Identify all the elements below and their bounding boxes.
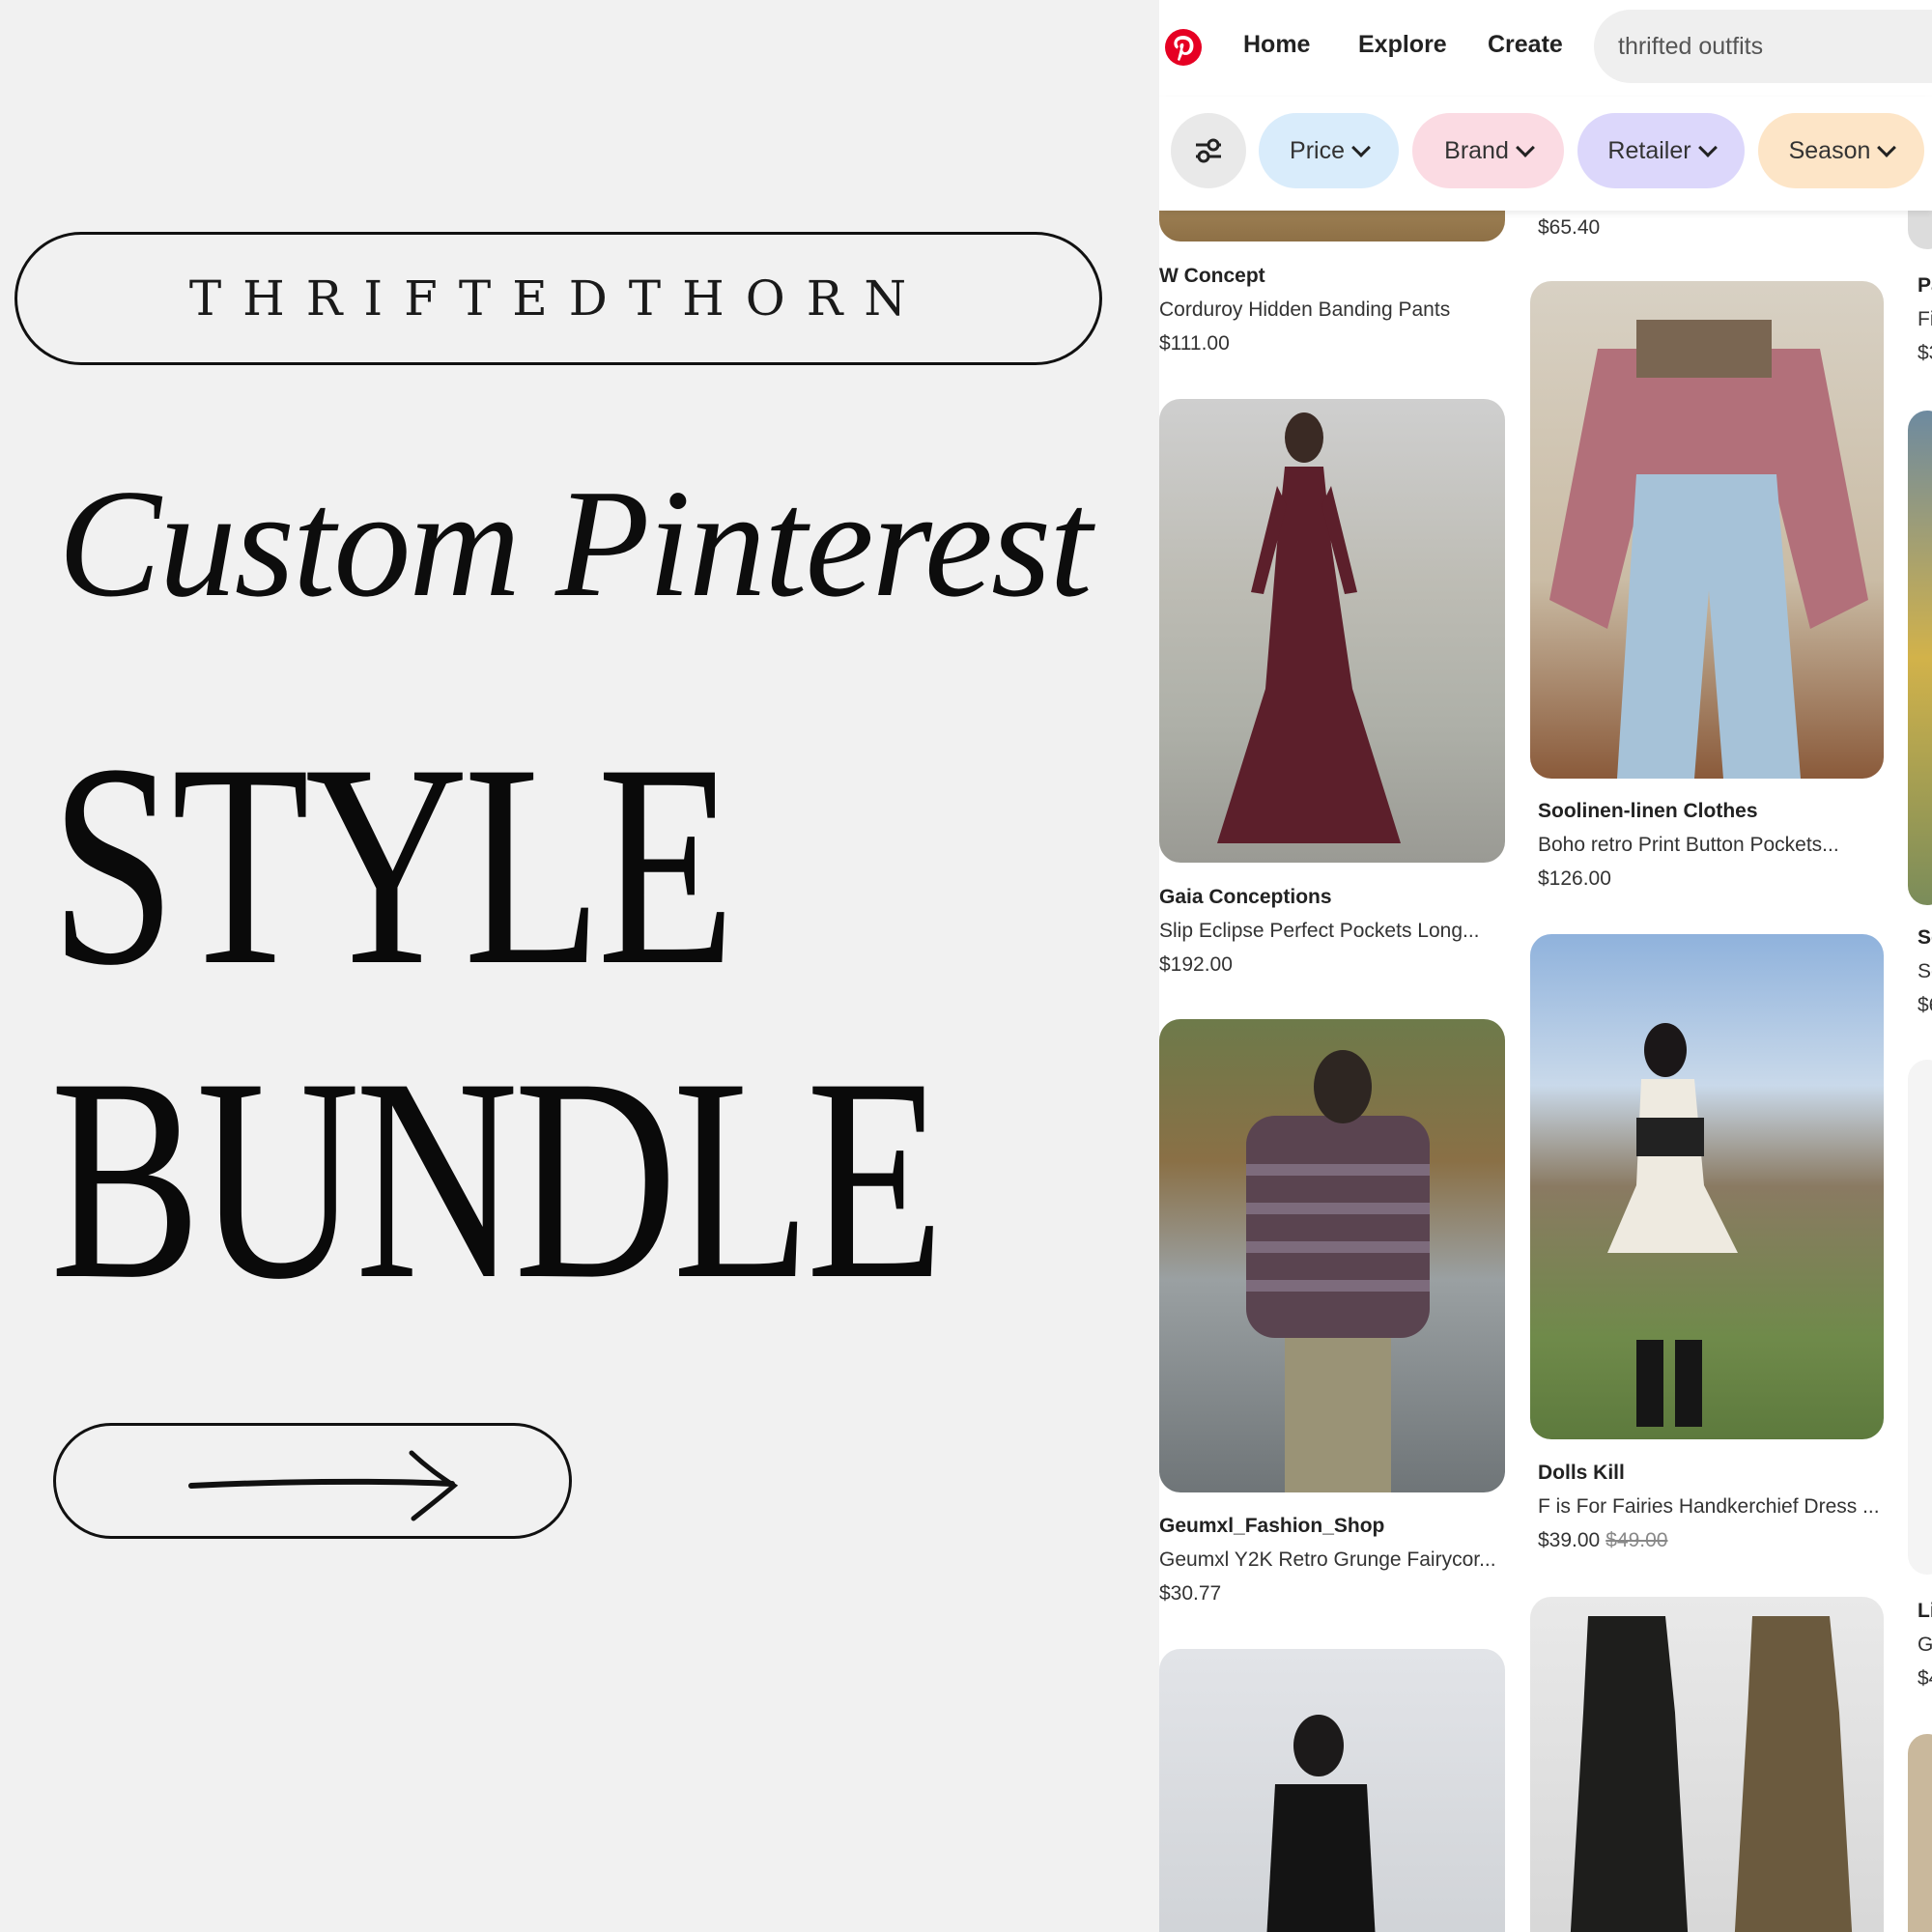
pin-price-row: $39.00 $49.00 [1538, 1523, 1880, 1557]
pin-store: Geumxl_Fashion_Shop [1159, 1515, 1385, 1537]
headline-bundle: BUNDLE [50, 1018, 945, 1339]
pin-meta-w-concept: W Concept Corduroy Hidden Banding Pants … [1159, 259, 1450, 360]
next-arrow-button[interactable] [53, 1423, 572, 1539]
nav-explore[interactable]: Explore [1358, 31, 1447, 59]
chevron-down-icon [1515, 137, 1535, 157]
edge-text: Pa [1918, 274, 1932, 297]
edge-meta-1: Pa Fi $3 [1918, 269, 1932, 370]
filter-chip-season[interactable]: Season [1758, 113, 1924, 188]
pin-image-edge-1[interactable] [1908, 411, 1932, 905]
pin-meta-dolls-kill: Dolls Kill F is For Fairies Handkerchief… [1538, 1456, 1880, 1557]
pinterest-logo-icon[interactable] [1164, 28, 1203, 67]
pin-grid: $65.40 W Concept Corduroy Hidden Banding… [1159, 0, 1932, 1932]
chevron-down-icon [1351, 137, 1371, 157]
pin-old-price: $49.00 [1605, 1529, 1668, 1551]
pin-price: $39.00 [1538, 1529, 1601, 1551]
chevron-down-icon [1697, 137, 1718, 157]
nav-home[interactable]: Home [1243, 31, 1310, 59]
arrow-right-icon [188, 1450, 459, 1521]
filter-chip-retailer[interactable]: Retailer [1577, 113, 1745, 188]
pin-store: Gaia Conceptions [1159, 886, 1332, 908]
pin-title[interactable]: Corduroy Hidden Banding Pants [1159, 293, 1450, 327]
chip-label: Price [1290, 136, 1345, 164]
pin-image-slip-dresses[interactable] [1530, 1597, 1884, 1932]
pin-meta-gaia: Gaia Conceptions Slip Eclipse Perfect Po… [1159, 880, 1480, 981]
pin-image-patchwork-jacket[interactable] [1530, 281, 1884, 779]
pin-image-maroon-dress[interactable] [1159, 399, 1505, 863]
pin-image-fairy-dress[interactable] [1530, 934, 1884, 1439]
promo-panel: THRIFTEDTHORN Custom Pinterest STYLE BUN… [0, 0, 1159, 1932]
pin-title[interactable]: F is For Fairies Handkerchief Dress ... [1538, 1490, 1880, 1523]
brand-name-badge: THRIFTEDTHORN [14, 232, 1102, 365]
chip-label: Season [1788, 136, 1871, 164]
pin-store: Dolls Kill [1538, 1462, 1625, 1484]
edge-text: $4 [1918, 1667, 1932, 1690]
edge-text: G [1918, 1634, 1932, 1656]
search-input[interactable]: thrifted outfits [1594, 10, 1932, 83]
pin-image-dark-outfit[interactable] [1159, 1649, 1505, 1932]
chip-label: Retailer [1607, 136, 1691, 164]
edge-text: Sc [1918, 960, 1932, 982]
pin-price: $30.77 [1159, 1582, 1222, 1605]
pin-image-edge-3[interactable] [1908, 1734, 1932, 1932]
pin-store: Soolinen-linen Clothes [1538, 800, 1758, 822]
top-navigation: Home Explore Create thrifted outfits [1159, 0, 1932, 97]
filter-chip-brand[interactable]: Brand [1412, 113, 1564, 188]
filter-bar: Price Brand Retailer Season [1159, 97, 1932, 211]
search-query: thrifted outfits [1618, 33, 1764, 60]
pin-image-striped-sweater[interactable] [1159, 1019, 1505, 1492]
pin-image-edge-2[interactable] [1908, 1060, 1932, 1575]
pin-meta-soolinen: Soolinen-linen Clothes Boho retro Print … [1538, 794, 1839, 895]
sliders-icon [1196, 138, 1221, 163]
pin-title[interactable]: Slip Eclipse Perfect Pockets Long... [1159, 914, 1480, 948]
script-title: Custom Pinterest [58, 457, 1093, 629]
pin-price: $192.00 [1159, 953, 1233, 976]
chevron-down-icon [1877, 137, 1897, 157]
nav-create[interactable]: Create [1488, 31, 1563, 59]
pin-title[interactable]: Geumxl Y2K Retro Grunge Fairycor... [1159, 1543, 1496, 1577]
pin-price: $126.00 [1538, 867, 1611, 890]
filter-chip-price[interactable]: Price [1259, 113, 1399, 188]
partial-pin-price: $65.40 [1538, 216, 1601, 239]
pin-title[interactable]: Boho retro Print Button Pockets... [1538, 828, 1839, 862]
edge-text: Li [1918, 1600, 1932, 1622]
edge-text: $6 [1918, 994, 1932, 1016]
edge-text: Fi [1918, 308, 1932, 330]
pin-meta-geumxl: Geumxl_Fashion_Shop Geumxl Y2K Retro Gru… [1159, 1509, 1496, 1610]
edge-text: Sc [1918, 926, 1932, 949]
pin-store: W Concept [1159, 265, 1265, 287]
edge-meta-2: Sc Sc $6 [1918, 921, 1932, 1022]
filter-settings-button[interactable] [1171, 113, 1246, 188]
edge-text: $3 [1918, 342, 1932, 364]
pin-price: $111.00 [1159, 332, 1230, 355]
headline-style: STYLE [50, 704, 735, 1025]
edge-meta-3: Li G $4 [1918, 1594, 1932, 1695]
chip-label: Brand [1444, 136, 1509, 164]
pinterest-screenshot: $65.40 W Concept Corduroy Hidden Banding… [1159, 0, 1932, 1932]
